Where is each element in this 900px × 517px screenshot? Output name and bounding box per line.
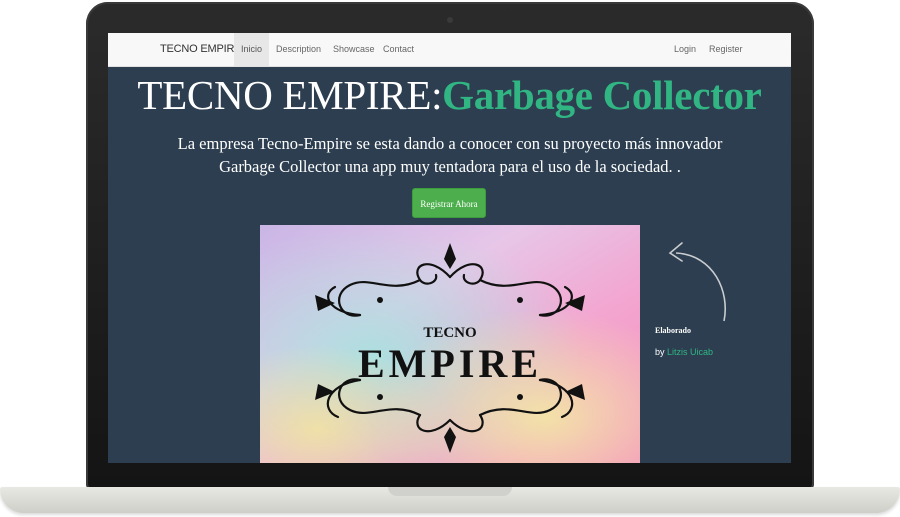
- tecno-empire-logo-image: TECNO EMPIRE: [260, 225, 640, 463]
- register-link[interactable]: Register: [702, 33, 750, 66]
- navbar: TECNO EMPIRE Inicio Description Showcase…: [108, 33, 791, 67]
- nav-link-showcase[interactable]: Showcase: [326, 33, 382, 66]
- curved-arrow-icon: [668, 242, 726, 322]
- hero-description: La empresa Tecno-Empire se esta dando a …: [177, 134, 723, 176]
- hero-title-main: TECNO EMPIRE:: [137, 72, 443, 118]
- nav-link-contact[interactable]: Contact: [376, 33, 421, 66]
- logo-text-tecno: TECNO: [423, 325, 476, 341]
- nav-link-description[interactable]: Description: [269, 33, 328, 66]
- register-now-button[interactable]: Registrar Ahora: [412, 188, 486, 218]
- hero-title-accent: Garbage Collector: [442, 72, 762, 118]
- logo-text-empire: EMPIRE: [358, 341, 542, 386]
- author-link[interactable]: Litzis Uicab: [667, 347, 713, 357]
- credit-byline: by Litzis Uicab: [655, 347, 713, 357]
- laptop-notch: [388, 487, 512, 496]
- brand-link[interactable]: TECNO EMPIRE: [160, 33, 242, 66]
- hero-title: TECNO EMPIRE:Garbage Collector: [108, 69, 791, 121]
- credit-title: Elaborado: [655, 326, 692, 335]
- nav-link-inicio[interactable]: Inicio: [234, 33, 270, 66]
- credit-by-prefix: by: [655, 347, 665, 357]
- screen: TECNO EMPIRE Inicio Description Showcase…: [108, 33, 791, 463]
- login-link[interactable]: Login: [667, 33, 703, 66]
- camera-dot: [447, 17, 453, 23]
